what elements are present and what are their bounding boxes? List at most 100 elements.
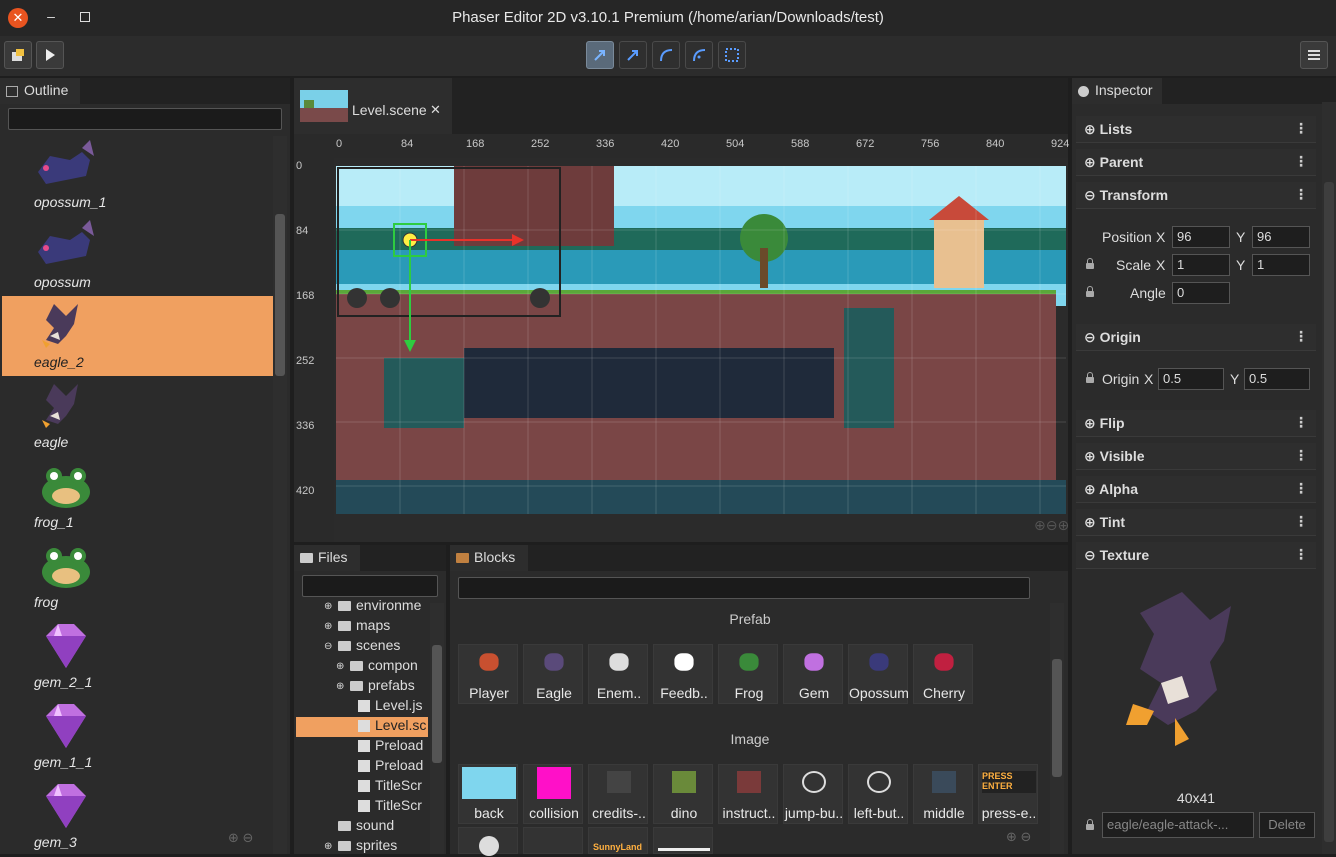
section-menu-icon[interactable]: ⋮ bbox=[1294, 186, 1308, 203]
image-block[interactable]: dino bbox=[653, 764, 713, 824]
section-menu-icon[interactable]: ⋮ bbox=[1294, 328, 1308, 345]
section-menu-icon[interactable]: ⋮ bbox=[1294, 480, 1308, 497]
play-button[interactable] bbox=[36, 41, 64, 69]
image-block[interactable]: collision bbox=[523, 764, 583, 824]
section-visible[interactable]: ⊕ Visible ⋮ bbox=[1076, 443, 1316, 470]
file-row[interactable]: Level.sc bbox=[296, 717, 428, 737]
outline-item[interactable]: eagle bbox=[2, 376, 273, 456]
files-scroll-thumb[interactable] bbox=[432, 645, 442, 763]
section-texture[interactable]: ⊖ Texture ⋮ bbox=[1076, 542, 1316, 569]
expander-icon[interactable]: ⊕ bbox=[324, 841, 332, 852]
prefab-block[interactable]: Player bbox=[458, 644, 518, 704]
section-menu-icon[interactable]: ⋮ bbox=[1294, 546, 1308, 563]
position-y-input[interactable]: 96 bbox=[1252, 226, 1310, 248]
section-origin[interactable]: ⊖ Origin ⋮ bbox=[1076, 324, 1316, 351]
close-tab-icon[interactable]: ✕ bbox=[430, 98, 441, 122]
section-flip[interactable]: ⊕ Flip ⋮ bbox=[1076, 410, 1316, 437]
blocks-scroll-thumb[interactable] bbox=[1052, 659, 1062, 777]
block-partial-3[interactable]: SunnyLand bbox=[588, 827, 648, 854]
resize-tool-button[interactable] bbox=[718, 41, 746, 69]
blocks-scrollbar[interactable] bbox=[1050, 603, 1064, 854]
file-row[interactable]: ⊕ environme bbox=[296, 597, 428, 617]
file-row[interactable]: Preload bbox=[296, 757, 428, 777]
file-row[interactable]: ⊕ maps bbox=[296, 617, 428, 637]
main-menu-button[interactable] bbox=[1300, 41, 1328, 69]
expander-icon[interactable]: ⊕ bbox=[336, 661, 344, 672]
canvas-zoom-controls[interactable]: ⊕⊖⊕ bbox=[1034, 518, 1068, 534]
file-row[interactable]: sound bbox=[296, 817, 428, 837]
prefab-block[interactable]: Frog bbox=[718, 644, 778, 704]
image-block[interactable]: left-but.. bbox=[848, 764, 908, 824]
texture-key-field[interactable]: eagle/eagle-attack-... bbox=[1102, 812, 1254, 838]
tab-blocks[interactable]: Blocks bbox=[450, 545, 528, 571]
outline-item[interactable]: opossum_1 bbox=[2, 136, 273, 216]
outline-item[interactable]: gem_1_1 bbox=[2, 696, 273, 776]
file-row[interactable]: ⊖ scenes bbox=[296, 637, 428, 657]
section-menu-icon[interactable]: ⋮ bbox=[1294, 120, 1308, 137]
scale-tool-button[interactable] bbox=[652, 41, 680, 69]
blocks-filter-input[interactable] bbox=[458, 577, 1030, 599]
lock-icon[interactable] bbox=[1086, 372, 1094, 383]
section-tint[interactable]: ⊕ Tint ⋮ bbox=[1076, 509, 1316, 536]
select-tool-button[interactable] bbox=[586, 41, 614, 69]
scene-canvas[interactable]: ⊕⊖⊕ bbox=[334, 158, 1068, 542]
tab-level-scene[interactable]: Level.scene ✕ bbox=[294, 78, 452, 134]
file-row[interactable]: TitleScr bbox=[296, 797, 428, 817]
origin-y-input[interactable]: 0.5 bbox=[1244, 368, 1310, 390]
image-block[interactable]: jump-bu.. bbox=[783, 764, 843, 824]
section-menu-icon[interactable]: ⋮ bbox=[1294, 513, 1308, 530]
rotate-tool-button[interactable] bbox=[685, 41, 713, 69]
image-block[interactable]: middle bbox=[913, 764, 973, 824]
section-alpha[interactable]: ⊕ Alpha ⋮ bbox=[1076, 476, 1316, 503]
image-block[interactable]: PRESS ENTER press-e.. bbox=[978, 764, 1038, 824]
file-row[interactable]: ⊕ sprites bbox=[296, 837, 428, 857]
file-row[interactable]: TitleScr bbox=[296, 777, 428, 797]
tab-files[interactable]: Files bbox=[294, 545, 360, 571]
outline-item[interactable]: gem_2_1 bbox=[2, 616, 273, 696]
delete-texture-button[interactable]: Delete bbox=[1259, 812, 1315, 838]
new-file-button[interactable] bbox=[4, 41, 32, 69]
expander-icon[interactable]: ⊖ bbox=[324, 641, 332, 652]
image-block[interactable]: back bbox=[458, 764, 518, 824]
block-partial-2[interactable] bbox=[523, 827, 583, 854]
section-menu-icon[interactable]: ⋮ bbox=[1294, 447, 1308, 464]
section-transform[interactable]: ⊖ Transform ⋮ bbox=[1076, 182, 1316, 209]
inspector-scroll-thumb[interactable] bbox=[1324, 182, 1334, 842]
scale-y-input[interactable]: 1 bbox=[1252, 254, 1310, 276]
zoom-controls[interactable]: ⊕ ⊖ bbox=[228, 830, 253, 846]
expander-icon[interactable]: ⊕ bbox=[336, 681, 344, 692]
file-row[interactable]: ⊕ prefabs bbox=[296, 677, 428, 697]
outline-item[interactable]: eagle_2 bbox=[2, 296, 273, 376]
lock-icon[interactable] bbox=[1086, 819, 1094, 830]
file-row[interactable]: Level.js bbox=[296, 697, 428, 717]
angle-input[interactable]: 0 bbox=[1172, 282, 1230, 304]
section-menu-icon[interactable]: ⋮ bbox=[1294, 414, 1308, 431]
tab-outline[interactable]: Outline bbox=[0, 78, 80, 104]
origin-x-input[interactable]: 0.5 bbox=[1158, 368, 1224, 390]
block-partial-1[interactable] bbox=[458, 827, 518, 856]
files-scrollbar[interactable] bbox=[430, 603, 444, 854]
expander-icon[interactable]: ⊕ bbox=[324, 601, 332, 612]
prefab-block[interactable]: Eagle bbox=[523, 644, 583, 704]
lock-icon[interactable] bbox=[1086, 258, 1094, 269]
file-row[interactable]: Preload bbox=[296, 737, 428, 757]
scale-x-input[interactable]: 1 bbox=[1172, 254, 1230, 276]
outline-scroll-thumb[interactable] bbox=[275, 214, 285, 376]
inspector-scrollbar[interactable] bbox=[1322, 102, 1336, 854]
image-block[interactable]: credits-.. bbox=[588, 764, 648, 824]
prefab-block[interactable]: Enem.. bbox=[588, 644, 648, 704]
prefab-block[interactable]: Opossum bbox=[848, 644, 909, 704]
block-partial-4[interactable] bbox=[653, 827, 713, 854]
prefab-block[interactable]: Gem bbox=[783, 644, 843, 704]
outline-item[interactable]: frog_1 bbox=[2, 456, 273, 536]
tab-inspector[interactable]: Inspector bbox=[1072, 78, 1162, 104]
translate-tool-button[interactable] bbox=[619, 41, 647, 69]
expander-icon[interactable]: ⊕ bbox=[324, 621, 332, 632]
prefab-block[interactable]: Feedb.. bbox=[653, 644, 713, 704]
file-row[interactable]: ⊕ compon bbox=[296, 657, 428, 677]
lock-icon[interactable] bbox=[1086, 286, 1094, 297]
section-parent[interactable]: ⊕ Parent ⋮ bbox=[1076, 149, 1316, 176]
section-lists[interactable]: ⊕ Lists ⋮ bbox=[1076, 116, 1316, 143]
image-block[interactable]: instruct.. bbox=[718, 764, 778, 824]
outline-item[interactable]: opossum bbox=[2, 216, 273, 296]
